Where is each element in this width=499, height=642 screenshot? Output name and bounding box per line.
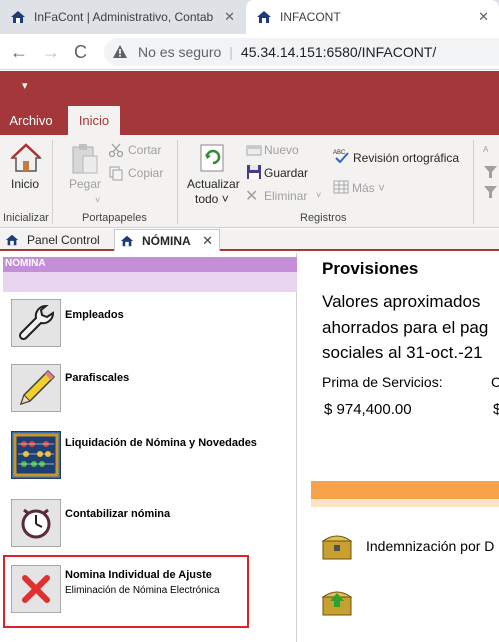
ribbon-divider xyxy=(177,140,178,224)
forward-arrow-icon[interactable]: → xyxy=(42,42,60,63)
security-label: No es seguro xyxy=(138,44,222,60)
refresh-all-icon[interactable] xyxy=(199,143,227,173)
chest-green-icon[interactable] xyxy=(320,585,354,619)
svg-text:ABC: ABC xyxy=(333,150,346,156)
abacus-icon xyxy=(13,433,59,477)
provisiones-title: Provisiones xyxy=(322,259,419,278)
doc-tab-label: NÓMINA xyxy=(142,233,191,248)
menu-icon-button[interactable] xyxy=(11,364,61,412)
menu-icon-button[interactable] xyxy=(11,431,61,479)
browser-tab-infacont[interactable]: INFACONT ✕ xyxy=(246,0,499,34)
pencil-icon xyxy=(19,369,56,406)
doc-tab-nomina[interactable]: NÓMINA ✕ xyxy=(114,229,220,251)
doc-tab-label: Panel Control xyxy=(27,233,100,247)
reload-icon[interactable]: C xyxy=(74,42,87,63)
quick-access-dropdown-icon[interactable]: ▾ xyxy=(22,79,28,92)
document-tab-bar: Panel Control NÓMINA ✕ xyxy=(0,229,499,251)
new-record-icon xyxy=(246,145,262,156)
url-text: 45.34.14.151:6580/INFACONT/ xyxy=(240,44,437,60)
section-header-bar xyxy=(311,481,499,499)
panel-header: NOMINA xyxy=(3,257,297,272)
wrench-icon xyxy=(18,304,55,341)
actualizar-todo-label[interactable]: todo ˅ xyxy=(195,192,229,206)
pegar-dropdown-icon[interactable]: ˅ xyxy=(95,195,100,205)
second-column-value: $ xyxy=(493,401,499,418)
indemnizacion-label[interactable]: Indemnización por D xyxy=(366,538,494,554)
pegar-button[interactable]: Pegar xyxy=(69,177,101,191)
paste-clipboard-icon[interactable] xyxy=(70,142,100,176)
ribbon-divider xyxy=(473,140,474,224)
home-icon[interactable] xyxy=(10,142,42,174)
house-favicon-icon xyxy=(257,11,271,23)
menu-item-contabilizar[interactable]: Contabilizar nómina xyxy=(0,496,297,556)
nuevo-button[interactable]: Nuevo xyxy=(264,143,299,157)
address-bar: ← → C No es seguro | 45.34.14.151:6580/I… xyxy=(0,34,499,70)
prima-servicios-label: Prima de Servicios: xyxy=(322,374,443,390)
close-doc-tab-icon[interactable]: ✕ xyxy=(202,233,213,249)
group-label-inicializar: Inicializar xyxy=(3,212,49,224)
group-label-portapapeles: Portapapeles xyxy=(82,212,147,224)
copiar-button[interactable]: Copiar xyxy=(128,166,163,180)
close-tab-icon[interactable]: ✕ xyxy=(478,9,489,25)
more-table-icon xyxy=(333,180,349,194)
menu-icon-button[interactable] xyxy=(11,499,61,547)
revision-ortografica-button[interactable]: Revisión ortográfica xyxy=(353,151,459,165)
eliminar-dropdown-icon[interactable]: ˅ xyxy=(316,190,321,200)
home-tab-icon xyxy=(120,235,134,246)
ribbon-tab-archivo[interactable]: Archivo xyxy=(2,106,60,135)
browser-tab-title: InFaCont | Administrativo, Contab xyxy=(34,10,214,24)
panel-header-band xyxy=(3,272,297,292)
provisiones-text-line: sociales al 31-oct.-21 xyxy=(322,343,483,362)
warning-triangle-icon xyxy=(113,45,127,58)
back-arrow-icon[interactable]: ← xyxy=(10,42,28,63)
actualizar-button[interactable]: Actualizar xyxy=(187,177,240,191)
menu-item-title: Liquidación de Nómina y Novedades xyxy=(65,437,257,449)
selection-highlight-box xyxy=(3,555,249,628)
group-label-registros: Registros xyxy=(300,212,347,224)
save-icon xyxy=(247,165,261,179)
prima-servicios-value: $ 974,400.00 xyxy=(324,401,412,418)
menu-item-title: Empleados xyxy=(65,309,124,321)
browser-tab-title: INFACONT xyxy=(280,10,341,24)
sort-filter-icon[interactable]: A xyxy=(482,142,499,202)
close-tab-icon[interactable]: ✕ xyxy=(224,9,235,25)
clock-icon xyxy=(21,508,51,539)
menu-icon-button[interactable] xyxy=(11,299,61,347)
inicio-button[interactable]: Inicio xyxy=(11,177,39,191)
menu-item-title: Parafiscales xyxy=(65,372,130,384)
menu-item-liquidacion[interactable]: Liquidación de Nómina y Novedades xyxy=(0,424,297,484)
second-column-label: C xyxy=(491,374,499,390)
guardar-button[interactable]: Guardar xyxy=(264,166,308,180)
menu-item-title: Contabilizar nómina xyxy=(65,508,171,520)
url-omnibox[interactable]: No es seguro | 45.34.14.151:6580/INFACON… xyxy=(104,38,499,66)
browser-tab-bar: InFaCont | Administrativo, Contab ✕ INFA… xyxy=(0,0,499,34)
provisiones-text-line: ahorrados para el pag xyxy=(322,318,489,337)
section-header-band xyxy=(311,499,499,507)
chest-icon[interactable] xyxy=(320,529,354,563)
ribbon-tab-inicio[interactable]: Inicio xyxy=(68,106,120,135)
scissors-icon xyxy=(108,143,124,158)
menu-item-parafiscales[interactable]: Parafiscales xyxy=(0,360,297,420)
svg-text:A: A xyxy=(483,145,489,154)
ribbon-divider xyxy=(52,140,53,224)
address-separator: | xyxy=(229,44,233,60)
doc-tab-panel-control[interactable]: Panel Control xyxy=(0,229,110,251)
spell-check-icon: ABC xyxy=(333,150,349,163)
house-favicon-icon xyxy=(11,11,25,23)
provisiones-panel: Provisiones Valores aproximados ahorrado… xyxy=(298,253,499,642)
copy-icon xyxy=(109,166,123,181)
delete-x-icon: ✕ xyxy=(245,188,259,205)
eliminar-button[interactable]: Eliminar xyxy=(264,189,307,203)
menu-item-empleados[interactable]: Empleados xyxy=(0,296,297,356)
browser-tab-infacont-admin[interactable]: InFaCont | Administrativo, Contab ✕ xyxy=(0,0,245,34)
mas-button[interactable]: Más ˅ xyxy=(352,181,385,195)
cortar-button[interactable]: Cortar xyxy=(128,143,161,157)
provisiones-text-line: Valores aproximados xyxy=(322,292,481,311)
home-tab-icon xyxy=(5,234,19,246)
